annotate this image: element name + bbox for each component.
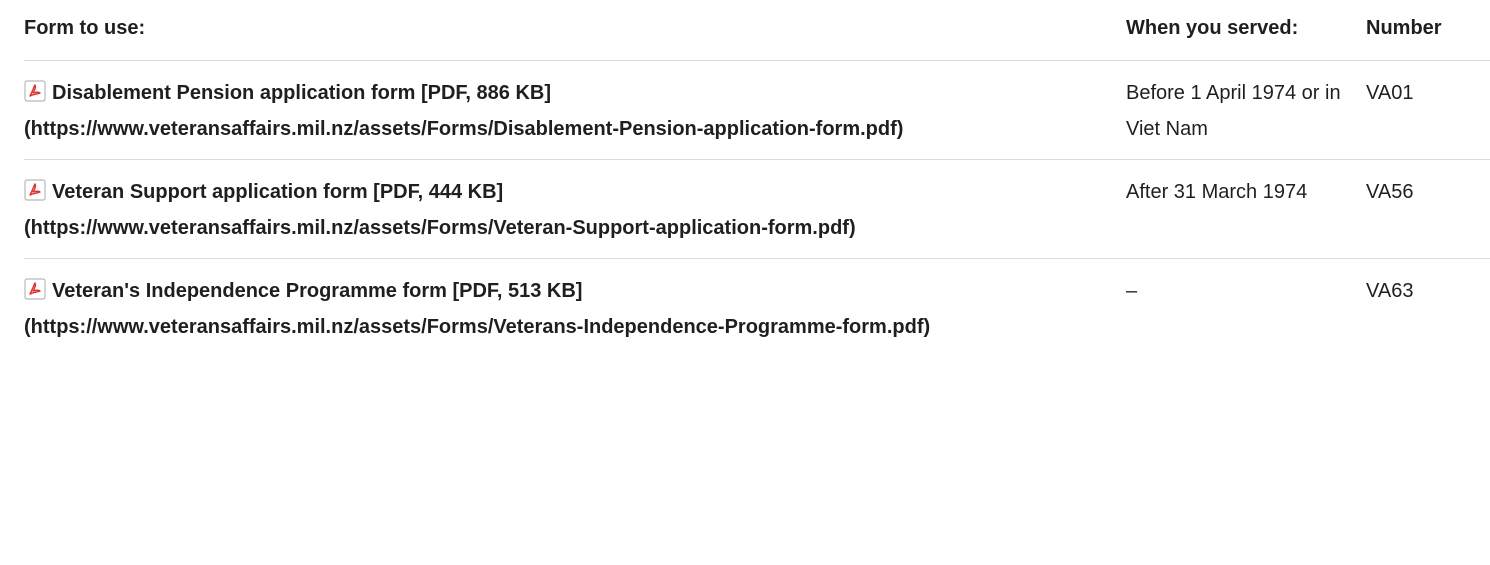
served-cell: After 31 March 1974 xyxy=(1126,159,1366,259)
form-link-disablement-pension[interactable]: Disablement Pension application form [PD… xyxy=(24,80,904,140)
header-row: Form to use: When you served: Number xyxy=(24,0,1490,61)
form-link-url: (https://www.veteransaffairs.mil.nz/asse… xyxy=(24,316,931,338)
form-link-label: Veteran's Independence Programme form [P… xyxy=(52,280,583,302)
form-cell: Veteran Support application form [PDF, 4… xyxy=(24,159,1126,259)
form-link-veteran-support[interactable]: Veteran Support application form [PDF, 4… xyxy=(24,179,856,239)
table-header: Form to use: When you served: Number xyxy=(24,0,1490,61)
form-link-url: (https://www.veteransaffairs.mil.nz/asse… xyxy=(24,118,904,140)
pdf-icon xyxy=(24,179,46,201)
pdf-icon xyxy=(24,278,46,300)
form-cell: Disablement Pension application form [PD… xyxy=(24,60,1126,160)
forms-table: Form to use: When you served: Number Dis… xyxy=(24,0,1490,357)
pdf-icon xyxy=(24,80,46,102)
table-body: Disablement Pension application form [PD… xyxy=(24,60,1490,358)
header-when-you-served: When you served: xyxy=(1126,0,1366,61)
form-cell: Veteran's Independence Programme form [P… xyxy=(24,259,1126,358)
header-number: Number xyxy=(1366,0,1490,61)
table-row: Veteran's Independence Programme form [P… xyxy=(24,259,1490,358)
form-link-label: Disablement Pension application form [PD… xyxy=(52,82,551,104)
table-row: Veteran Support application form [PDF, 4… xyxy=(24,159,1490,259)
number-cell: VA01 xyxy=(1366,60,1490,160)
served-cell: Before 1 April 1974 or in Viet Nam xyxy=(1126,60,1366,160)
form-link-label: Veteran Support application form [PDF, 4… xyxy=(52,181,504,203)
header-form-to-use: Form to use: xyxy=(24,0,1126,61)
number-cell: VA63 xyxy=(1366,280,1414,302)
table-row: Disablement Pension application form [PD… xyxy=(24,60,1490,160)
form-link-url: (https://www.veteransaffairs.mil.nz/asse… xyxy=(24,217,856,239)
form-link-independence-programme[interactable]: Veteran's Independence Programme form [P… xyxy=(24,278,931,338)
number-cell: VA56 xyxy=(1366,159,1490,259)
served-cell: – xyxy=(1126,280,1138,302)
